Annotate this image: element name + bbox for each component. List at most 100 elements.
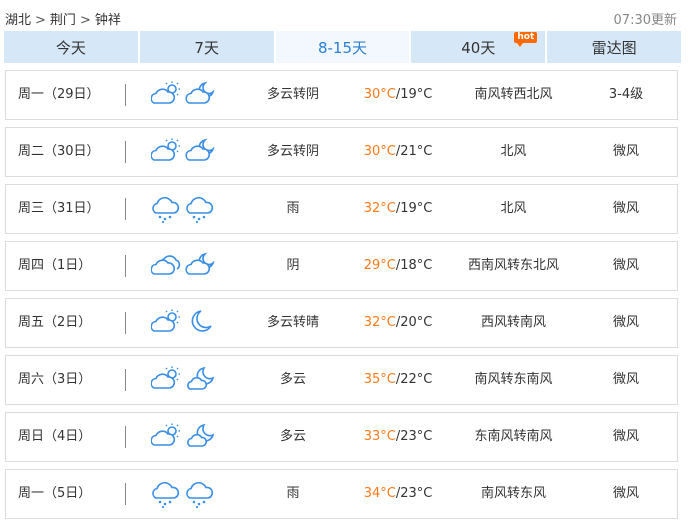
wind-direction: 北风 xyxy=(500,144,527,159)
weather-description: 多云转阴 xyxy=(266,87,319,102)
high-temp: 29°C xyxy=(363,258,396,273)
weather-icons xyxy=(151,470,221,518)
day-label: 周四（1日） xyxy=(18,258,92,273)
wind-level: 微风 xyxy=(612,486,639,501)
high-temp: 34°C xyxy=(363,486,396,501)
weather-description: 多云转晴 xyxy=(266,315,319,330)
wind-direction: 南风转西北风 xyxy=(474,87,553,102)
temperature: 29°C/18°C xyxy=(348,242,448,290)
day-label: 周五（2日） xyxy=(18,315,92,330)
wind-level: 3-4级 xyxy=(608,87,644,102)
tab-radar[interactable]: 雷达图 xyxy=(547,31,681,63)
rain-icon xyxy=(186,481,214,509)
overcast-icon xyxy=(151,255,181,275)
forecast-row: 周五（2日） 多云转晴 32°C/20°C 西风转南风 微风 xyxy=(5,298,678,348)
breadcrumb-district: 钟祥 xyxy=(94,13,121,28)
weather-description: 多云 xyxy=(279,372,306,387)
breadcrumb-separator: > xyxy=(79,13,91,28)
column-divider xyxy=(125,255,126,277)
wind-direction: 西风转南风 xyxy=(480,315,546,330)
low-temp: /18°C xyxy=(395,258,433,273)
cloudy-sun-icon xyxy=(151,309,180,332)
forecast-row: 周一（5日） 雨 34°C/23°C 南风转东风 微风 xyxy=(5,469,678,519)
cloudy-moon-icon xyxy=(185,81,215,104)
forecast-row: 周三（31日） 雨 32°C/19°C 北风 微风 xyxy=(5,184,678,234)
tab-40-days[interactable]: 40天 hot xyxy=(411,31,546,63)
forecast-row: 周日（4日） 多云 33°C/23°C 东南风转南风 微风 xyxy=(5,412,678,462)
weather-icons xyxy=(151,128,221,176)
temperature: 30°C/19°C xyxy=(348,71,448,119)
forecast-row: 周一（29日） 多云转阴 30°C/19°C 南风转西北风 3-4级 xyxy=(5,70,678,120)
cloudy-moon-icon xyxy=(185,252,215,275)
update-time: 07:30更新 xyxy=(613,13,677,28)
weather-description: 阴 xyxy=(286,258,300,273)
moon-icon xyxy=(191,310,212,332)
wind-direction: 北风 xyxy=(500,201,527,216)
temperature: 32°C/19°C xyxy=(348,185,448,233)
day-label: 周日（4日） xyxy=(18,429,92,444)
low-temp: /20°C xyxy=(395,315,433,330)
wind-level: 微风 xyxy=(612,201,639,216)
low-temp: /19°C xyxy=(395,201,433,216)
high-temp: 32°C xyxy=(363,201,396,216)
weather-icons xyxy=(151,356,221,404)
rain-icon xyxy=(186,196,214,224)
temperature: 30°C/21°C xyxy=(348,128,448,176)
partly-cloudy-moon-icon xyxy=(187,366,215,390)
tab-7-days[interactable]: 7天 xyxy=(139,31,274,63)
breadcrumb-province[interactable]: 湖北 xyxy=(5,13,31,28)
cloudy-sun-icon xyxy=(151,138,180,161)
day-label: 周六（3日） xyxy=(18,372,92,387)
weather-description: 多云 xyxy=(279,429,306,444)
temperature: 35°C/22°C xyxy=(348,356,448,404)
forecast-row: 周四（1日） 阴 29°C/18°C 西南风转东北风 微风 xyxy=(5,241,678,291)
cloudy-sun-icon xyxy=(151,423,180,446)
weather-icons xyxy=(151,185,221,233)
day-label: 周二（30日） xyxy=(18,144,100,159)
column-divider xyxy=(125,198,126,220)
column-divider xyxy=(125,84,126,106)
wind-level: 微风 xyxy=(612,258,639,273)
low-temp: /23°C xyxy=(395,486,433,501)
weather-icons xyxy=(151,242,221,290)
low-temp: /21°C xyxy=(395,144,433,159)
wind-level: 微风 xyxy=(612,372,639,387)
column-divider xyxy=(125,426,126,448)
wind-direction: 西南风转东北风 xyxy=(467,258,559,273)
tab-today[interactable]: 今天 xyxy=(4,31,138,63)
wind-direction: 南风转东风 xyxy=(480,486,546,501)
cloudy-sun-icon xyxy=(151,366,180,389)
high-temp: 30°C xyxy=(363,87,396,102)
wind-level: 微风 xyxy=(612,429,639,444)
rain-icon xyxy=(152,481,180,509)
day-label: 周一（5日） xyxy=(18,486,92,501)
tab-8-15-days[interactable]: 8-15天 xyxy=(275,31,410,63)
low-temp: /23°C xyxy=(395,429,433,444)
day-label: 周一（29日） xyxy=(18,87,100,102)
weather-description: 多云转阴 xyxy=(266,144,319,159)
temperature: 32°C/20°C xyxy=(348,299,448,347)
weather-icons xyxy=(151,299,221,347)
cloudy-sun-icon xyxy=(151,81,180,104)
breadcrumb: 湖北 > 荆门 > 钟祥 xyxy=(5,9,121,28)
tab-label: 7天 xyxy=(194,38,219,57)
breadcrumb-separator: > xyxy=(35,13,46,28)
tab-label: 8-15天 xyxy=(317,38,368,57)
forecast-list: 周一（29日） 多云转阴 30°C/19°C 南风转西北风 3-4级周二（30日） 多… xyxy=(5,70,678,526)
wind-direction: 东南风转南风 xyxy=(474,429,553,444)
day-label: 周三（31日） xyxy=(18,201,100,216)
forecast-row: 周六（3日） 多云 35°C/22°C 南风转东南风 微风 xyxy=(5,355,678,405)
wind-direction: 南风转东南风 xyxy=(474,372,553,387)
temperature: 34°C/23°C xyxy=(348,470,448,518)
high-temp: 35°C xyxy=(363,372,396,387)
tab-label: 今天 xyxy=(55,38,86,57)
column-divider xyxy=(125,312,126,334)
high-temp: 32°C xyxy=(363,315,396,330)
high-temp: 33°C xyxy=(363,429,396,444)
low-temp: /19°C xyxy=(395,87,433,102)
column-divider xyxy=(125,369,126,391)
weather-description: 雨 xyxy=(286,201,300,216)
tab-label: 雷达图 xyxy=(591,38,637,57)
breadcrumb-city[interactable]: 荆门 xyxy=(50,13,76,28)
wind-level: 微风 xyxy=(612,144,639,159)
